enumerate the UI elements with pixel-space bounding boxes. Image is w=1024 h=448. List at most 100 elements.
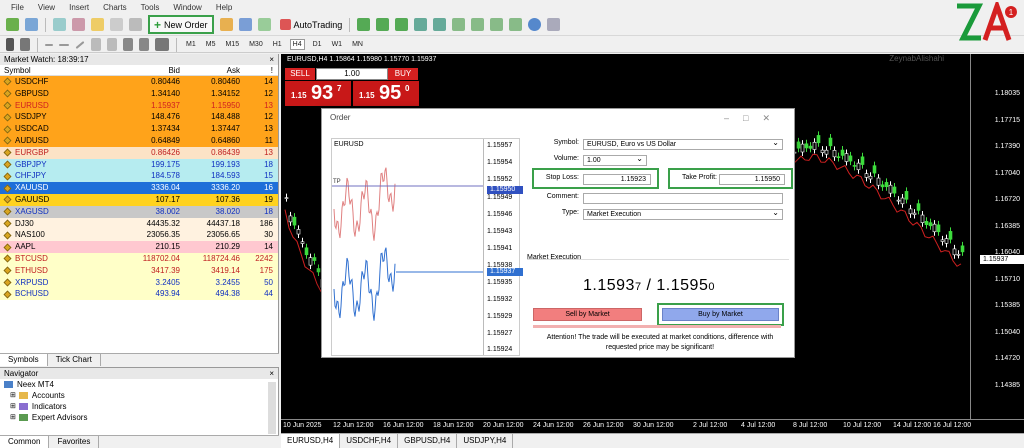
market-watch-row[interactable]: GAUUSD 107.17 107.36 19: [0, 193, 278, 206]
zoom-out-icon[interactable]: [433, 18, 447, 31]
navigator-root[interactable]: Neex MT4: [0, 379, 278, 390]
market-watch-row[interactable]: AUDUSD 0.64849 0.64860 11: [0, 134, 278, 147]
market-watch-row[interactable]: USDJPY 148.476 148.488 12: [0, 111, 278, 124]
column-ask[interactable]: Ask: [180, 65, 240, 75]
trendline-icon[interactable]: [75, 40, 85, 49]
navigator-item-indicators[interactable]: ⊞ Indicators: [0, 401, 278, 412]
market-watch-row[interactable]: GBPJPY 199.175 199.193 18: [0, 158, 278, 171]
volume-select[interactable]: 1.00: [583, 154, 647, 166]
signals-icon[interactable]: [238, 18, 252, 31]
maximize-icon[interactable]: □: [743, 113, 762, 123]
candlesticks-icon[interactable]: [376, 18, 390, 31]
label-icon[interactable]: [139, 38, 149, 51]
menu-charts[interactable]: Charts: [103, 3, 127, 12]
menu-help[interactable]: Help: [216, 3, 232, 12]
minimize-icon[interactable]: –: [724, 113, 743, 123]
timeframe-w1[interactable]: W1: [330, 40, 345, 49]
autotrading-button[interactable]: AutoTrading: [277, 19, 342, 30]
new-order-button[interactable]: + New Order: [148, 15, 214, 34]
terminal-icon[interactable]: [110, 18, 123, 31]
fibonacci-icon[interactable]: [107, 38, 117, 51]
menu-file[interactable]: File: [11, 3, 24, 12]
one-click-buy-button[interactable]: BUY: [388, 68, 418, 80]
market-watch-row[interactable]: EURGBP 0.86426 0.86439 13: [0, 146, 278, 159]
sell-by-market-button[interactable]: Sell by Market: [533, 308, 642, 321]
symbol-select[interactable]: EURUSD, Euro vs US Dollar: [583, 138, 783, 150]
navigator-item-expert-advisors[interactable]: ⊞ Expert Advisors: [0, 412, 278, 423]
menu-window[interactable]: Window: [173, 3, 201, 12]
market-watch-row[interactable]: GBPUSD 1.34140 1.34152 12: [0, 87, 278, 100]
chart-tab-usdchf[interactable]: USDCHF,H4: [340, 434, 399, 448]
tab-common[interactable]: Common: [0, 436, 50, 448]
sell-price-box[interactable]: 1.15 93 7: [285, 81, 351, 106]
expand-icon[interactable]: ⊞: [10, 412, 16, 423]
tab-tick-chart[interactable]: Tick Chart: [48, 354, 101, 366]
text-icon[interactable]: [123, 38, 133, 51]
buy-price-box[interactable]: 1.15 95 0: [353, 81, 419, 106]
market-watch-icon[interactable]: [53, 18, 66, 31]
menu-view[interactable]: View: [38, 3, 55, 12]
crosshair-icon[interactable]: [20, 38, 30, 51]
price-axis[interactable]: 1.18035 1.17715 1.17390 1.17040 1.16720 …: [970, 54, 1024, 433]
navigator-item-accounts[interactable]: ⊞ Accounts: [0, 390, 278, 401]
tab-symbols[interactable]: Symbols: [0, 354, 48, 366]
market-watch-row[interactable]: XRPUSD 3.2405 3.2455 50: [0, 276, 278, 289]
market-watch-row[interactable]: DJ30 44435.32 44437.18 186: [0, 217, 278, 230]
market-watch-row[interactable]: NAS100 23056.35 23056.65 30: [0, 229, 278, 242]
line-chart-icon[interactable]: [395, 18, 409, 31]
take-profit-input[interactable]: 1.15950: [719, 174, 785, 185]
autoscroll-icon[interactable]: [471, 18, 485, 31]
market-watch-row[interactable]: USDCAD 1.37434 1.37447 13: [0, 123, 278, 135]
timeframe-mn[interactable]: MN: [350, 40, 365, 49]
cursor-icon[interactable]: [6, 38, 14, 51]
bar-chart-icon[interactable]: [357, 18, 371, 31]
timeframe-m1[interactable]: M1: [184, 40, 198, 49]
chart-tab-eurusd[interactable]: EURUSD,H4: [281, 434, 341, 448]
chart-tab-gbpusd[interactable]: GBPUSD,H4: [398, 434, 458, 448]
chart-shift-icon[interactable]: [490, 18, 504, 31]
market-watch-row[interactable]: CHFJPY 184.578 184.593 15: [0, 170, 278, 183]
profiles-icon[interactable]: [25, 18, 38, 31]
close-icon[interactable]: ×: [269, 54, 274, 65]
navigator-scrollbar[interactable]: [268, 382, 276, 434]
vertical-line-icon[interactable]: [45, 43, 53, 46]
order-type-select[interactable]: Market Execution: [583, 208, 783, 220]
column-bid[interactable]: Bid: [124, 65, 180, 75]
comment-input[interactable]: [583, 193, 783, 204]
close-icon[interactable]: ×: [269, 368, 274, 379]
menu-tools[interactable]: Tools: [141, 3, 160, 12]
market-watch-row[interactable]: XAUUSD 3336.04 3336.20 16: [0, 182, 278, 194]
market-watch-row[interactable]: USDCHF 0.80446 0.80460 14: [0, 76, 278, 88]
timeframe-m5[interactable]: M5: [204, 40, 218, 49]
menu-insert[interactable]: Insert: [69, 3, 89, 12]
metaeditor-icon[interactable]: [219, 18, 233, 31]
data-window-icon[interactable]: [72, 18, 85, 31]
one-click-sell-button[interactable]: SELL: [285, 68, 315, 80]
zoom-in-icon[interactable]: [414, 18, 428, 31]
column-spread[interactable]: !: [240, 65, 276, 75]
tab-favorites[interactable]: Favorites: [49, 436, 100, 448]
expand-icon[interactable]: ⊞: [10, 401, 16, 412]
market-watch-row[interactable]: BCHUSD 493.94 494.38 44: [0, 288, 278, 301]
market-watch-row[interactable]: ETHUSD 3417.39 3419.14 175: [0, 264, 278, 277]
periods-icon[interactable]: [528, 18, 542, 31]
buy-by-market-button[interactable]: Buy by Market: [662, 308, 779, 321]
timeframe-m15[interactable]: M15: [223, 40, 241, 49]
market-watch-row[interactable]: XAGUSD 38.002 38.020 18: [0, 205, 278, 218]
templates-icon[interactable]: [547, 18, 561, 31]
expand-icon[interactable]: ⊞: [10, 390, 16, 401]
timeframe-h4[interactable]: H4: [289, 39, 305, 50]
horizontal-line-icon[interactable]: [59, 43, 69, 46]
market-icon[interactable]: [257, 18, 271, 31]
timeframe-m30[interactable]: M30: [247, 40, 265, 49]
arrows-icon[interactable]: [155, 38, 169, 51]
lot-size-input[interactable]: 1.00: [316, 68, 388, 80]
market-watch-row[interactable]: EURUSD 1.15937 1.15950 13: [0, 99, 278, 112]
navigator-icon[interactable]: [91, 18, 104, 31]
close-icon[interactable]: ✕: [762, 113, 784, 123]
column-symbol[interactable]: Symbol: [0, 65, 124, 75]
chart-tab-usdjpy[interactable]: USDJPY,H4: [457, 434, 514, 448]
market-watch-row[interactable]: BTCUSD 118702.04 118724.46 2242: [0, 252, 278, 265]
timeframe-d1[interactable]: D1: [311, 40, 324, 49]
time-axis[interactable]: 10 Jun 2025 12 Jun 12:00 16 Jun 12:00 18…: [281, 419, 1024, 433]
